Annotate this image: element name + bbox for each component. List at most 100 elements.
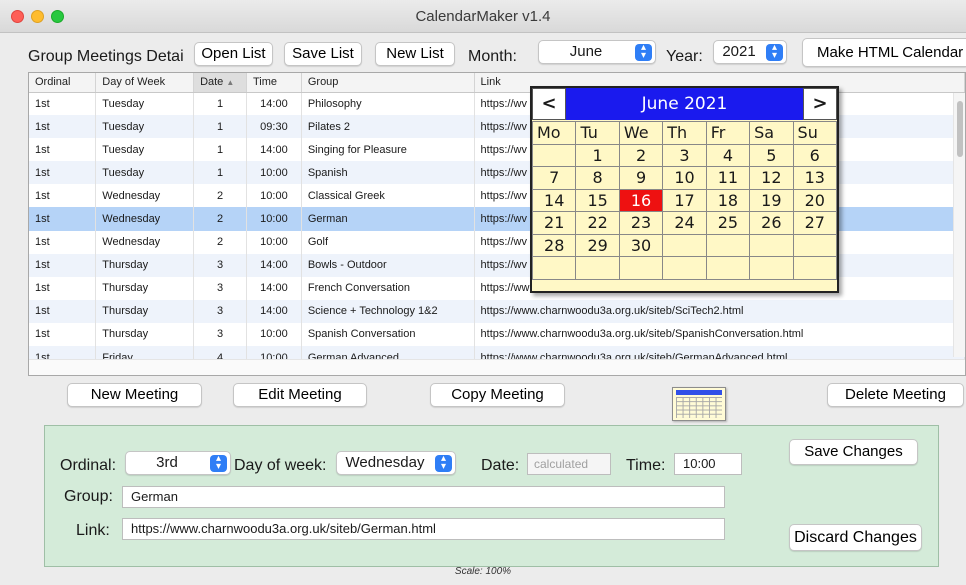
cell-day: Wednesday xyxy=(95,184,195,208)
year-label: Year: xyxy=(666,48,703,65)
calendar-day[interactable]: 13 xyxy=(792,166,838,190)
weekday-label: Sa xyxy=(749,121,794,145)
calendar-day[interactable]: 24 xyxy=(662,211,707,235)
calendar-week-row: 7 8 9 10 11 12 13 xyxy=(531,166,838,190)
column-header-time[interactable]: Time xyxy=(246,73,302,93)
scale-indicator: Scale: 100% xyxy=(454,566,512,577)
make-html-calendar-button[interactable]: Make HTML Calendar xyxy=(802,38,966,67)
new-list-button[interactable]: New List xyxy=(375,42,455,66)
column-header-day-of-week[interactable]: Day of Week xyxy=(95,73,195,93)
calendar-day[interactable]: 18 xyxy=(705,188,751,212)
weekday-label: Su xyxy=(792,121,838,145)
calendar-day[interactable]: 20 xyxy=(792,188,838,212)
calendar-day[interactable]: 6 xyxy=(792,143,838,167)
calendar-day[interactable]: 19 xyxy=(749,188,794,212)
cell-time: 10:00 xyxy=(246,322,302,347)
calendar-day[interactable]: 17 xyxy=(662,188,707,212)
link-field[interactable]: https://www.charnwoodu3a.org.uk/siteb/Ge… xyxy=(122,518,725,540)
calendar-empty-cell xyxy=(662,233,707,257)
cell-day: Thursday xyxy=(95,253,195,277)
date-label: Date: xyxy=(481,457,520,474)
horizontal-scrollbar[interactable] xyxy=(29,359,965,375)
calendar-day[interactable]: 28 xyxy=(531,233,577,257)
calendar-empty-cell xyxy=(662,256,707,280)
edit-meeting-button[interactable]: Edit Meeting xyxy=(233,383,367,407)
next-month-button[interactable]: > xyxy=(803,88,837,120)
calendar-icon[interactable] xyxy=(672,387,726,421)
calendar-day[interactable]: 14 xyxy=(531,188,577,212)
calendar-empty-cell xyxy=(705,233,751,257)
calendar-day[interactable]: 27 xyxy=(792,211,838,235)
column-header-ordinal[interactable]: Ordinal xyxy=(29,73,97,93)
day-of-week-value: Wednesday xyxy=(345,454,425,471)
calendar-day[interactable]: 26 xyxy=(749,211,794,235)
table-row[interactable]: 1st Thursday 3 10:00 Spanish Conversation htt… xyxy=(29,322,965,347)
ordinal-label: Ordinal: xyxy=(60,457,117,474)
save-list-button[interactable]: Save List xyxy=(284,42,362,66)
cell-link: https://www.charnwoodu3a.org.uk/siteb/Sp… xyxy=(474,322,965,347)
calendar-day[interactable]: 1 xyxy=(575,143,620,167)
cell-group: Science + Technology 1&2 xyxy=(301,299,475,323)
month-select[interactable]: June ▴ ▾ xyxy=(538,40,656,64)
calendar-day[interactable]: 12 xyxy=(749,166,794,190)
calendar-week-row: 123456 xyxy=(531,143,838,167)
calendar-empty-cell xyxy=(749,256,794,280)
calendar-day[interactable]: 4 xyxy=(705,143,751,167)
calendar-day[interactable]: 7 xyxy=(531,166,577,190)
new-meeting-button[interactable]: New Meeting xyxy=(67,383,202,407)
calendar-week-row: 28 29 30 xyxy=(531,233,838,257)
calendar-day[interactable]: 30 xyxy=(618,233,664,257)
cell-date: 1 xyxy=(193,92,247,116)
calendar-day[interactable]: 10 xyxy=(662,166,707,190)
calendar-day[interactable]: 15 xyxy=(575,188,620,212)
calendar-day[interactable]: 16 xyxy=(618,188,664,212)
column-header-group[interactable]: Group xyxy=(301,73,475,93)
vertical-scroll-thumb[interactable] xyxy=(957,101,963,157)
weekday-header-row: Mo Tu We Th Fr Sa Su xyxy=(531,121,838,145)
discard-changes-button[interactable]: Discard Changes xyxy=(789,524,922,551)
day-of-week-select[interactable]: Wednesday ▴ ▾ xyxy=(336,451,456,475)
calendar-header: < June 2021 > xyxy=(532,88,837,120)
weekday-label: Fr xyxy=(705,121,751,145)
cell-ordinal: 1st xyxy=(29,253,97,277)
vertical-scrollbar[interactable] xyxy=(953,93,965,357)
chevron-updown-icon: ▴ ▾ xyxy=(210,454,227,472)
calendar-day[interactable]: 25 xyxy=(705,211,751,235)
calendar-empty-cell xyxy=(531,143,577,167)
month-label: Month: xyxy=(468,48,517,65)
save-changes-button[interactable]: Save Changes xyxy=(789,439,918,465)
year-select[interactable]: 2021 ▴ ▾ xyxy=(713,40,787,64)
calendar-day[interactable]: 11 xyxy=(705,166,751,190)
calendar-day[interactable]: 9 xyxy=(618,166,664,190)
calendar-day[interactable]: 5 xyxy=(749,143,794,167)
open-list-button[interactable]: Open List xyxy=(194,42,273,66)
calendar-icon-cells xyxy=(676,397,722,418)
group-field[interactable]: German xyxy=(122,486,725,508)
cell-time: 14:00 xyxy=(246,138,302,162)
cell-ordinal: 1st xyxy=(29,299,97,323)
calendar-day[interactable]: 22 xyxy=(575,211,620,235)
time-field[interactable]: 10:00 xyxy=(674,453,742,475)
calendar-day[interactable]: 8 xyxy=(575,166,620,190)
cell-date: 2 xyxy=(193,230,247,254)
calendar-day[interactable]: 2 xyxy=(618,143,664,167)
ordinal-select[interactable]: 3rd ▴ ▾ xyxy=(125,451,231,475)
calendar-day[interactable]: 23 xyxy=(618,211,664,235)
copy-meeting-button[interactable]: Copy Meeting xyxy=(430,383,565,407)
table-row[interactable]: 1st Thursday 3 14:00 Science + Technology 1&… xyxy=(29,299,965,323)
cell-date: 3 xyxy=(193,299,247,323)
cell-time: 14:00 xyxy=(246,92,302,116)
cell-time: 09:30 xyxy=(246,115,302,139)
cell-day: Thursday xyxy=(95,276,195,300)
calendar-grid: Mo Tu We Th Fr Sa Su 1 2 3 4 5 6 7 8 9 10 11 12 13 14 15 16 17 1… xyxy=(531,121,838,280)
calendar-day[interactable]: 3 xyxy=(662,143,707,167)
chevron-updown-icon: ▴ ▾ xyxy=(435,454,452,472)
calendar-day[interactable]: 21 xyxy=(531,211,577,235)
cell-day: Tuesday xyxy=(95,138,195,162)
delete-meeting-button[interactable]: Delete Meeting xyxy=(827,383,964,407)
cell-time: 10:00 xyxy=(246,230,302,254)
cell-date: 2 xyxy=(193,207,247,231)
previous-month-button[interactable]: < xyxy=(532,88,566,120)
column-header-date[interactable]: Date ▲ xyxy=(193,73,247,93)
calendar-day[interactable]: 29 xyxy=(575,233,620,257)
